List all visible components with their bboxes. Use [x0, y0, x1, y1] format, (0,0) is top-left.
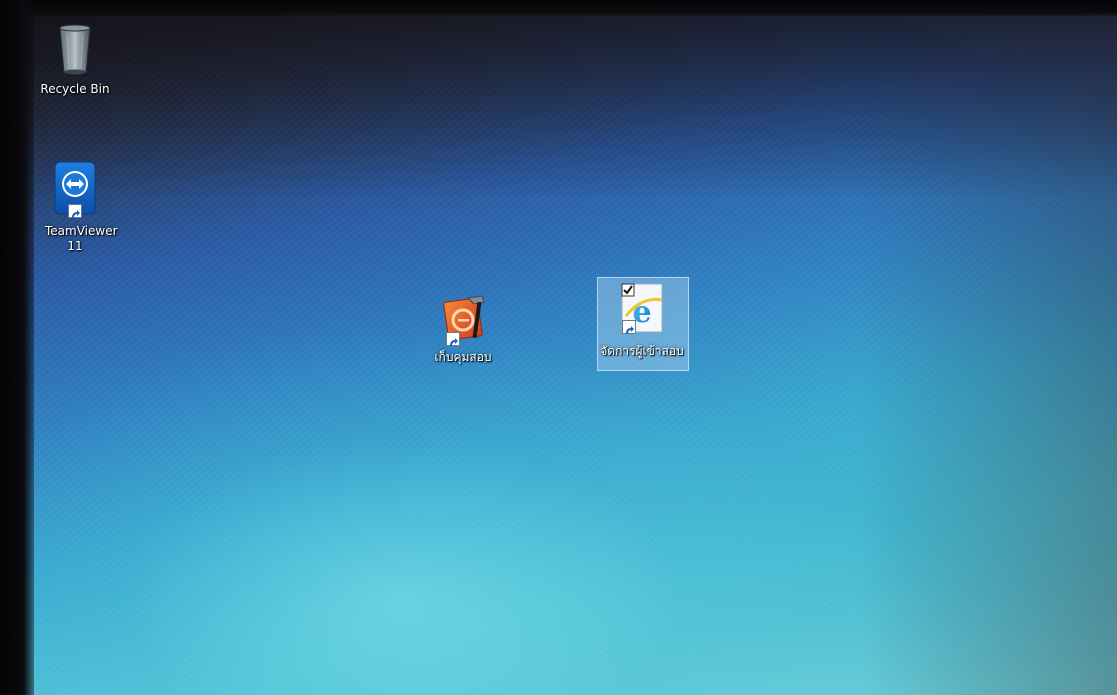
teamviewer-icon — [52, 160, 98, 218]
wallpaper-shade-right — [857, 0, 1117, 695]
desktop-icon-ie-tools[interactable]: เก็บคุมสอบ — [418, 292, 508, 365]
internet-explorer-icon: e — [614, 280, 670, 338]
ie-tools-icon — [438, 292, 488, 348]
shortcut-arrow-icon — [68, 204, 82, 218]
desktop-wallpaper: Recycle Bin TeamViewer 11 เก็บคุมสอบ e จ… — [0, 0, 1117, 695]
desktop-icon-teamviewer[interactable]: TeamViewer 11 — [30, 160, 120, 254]
desktop-icon-recycle-bin[interactable]: Recycle Bin — [30, 20, 120, 97]
desktop-icon-internet-explorer[interactable]: e จัดการผู้เข้าสอบ — [597, 280, 687, 359]
recycle-bin-icon — [51, 20, 99, 75]
desktop-icon-label: เก็บคุมสอบ — [434, 350, 492, 364]
desktop-icon-label: Recycle Bin — [40, 82, 110, 96]
desktop-icon-label: TeamViewer 11 — [45, 224, 118, 253]
shortcut-arrow-icon — [622, 320, 636, 334]
desktop-icon-label: จัดการผู้เข้าสอบ — [600, 344, 684, 358]
monitor-bezel-top — [0, 0, 1117, 16]
shortcut-arrow-icon — [446, 332, 460, 346]
monitor-bezel-left — [0, 0, 34, 695]
